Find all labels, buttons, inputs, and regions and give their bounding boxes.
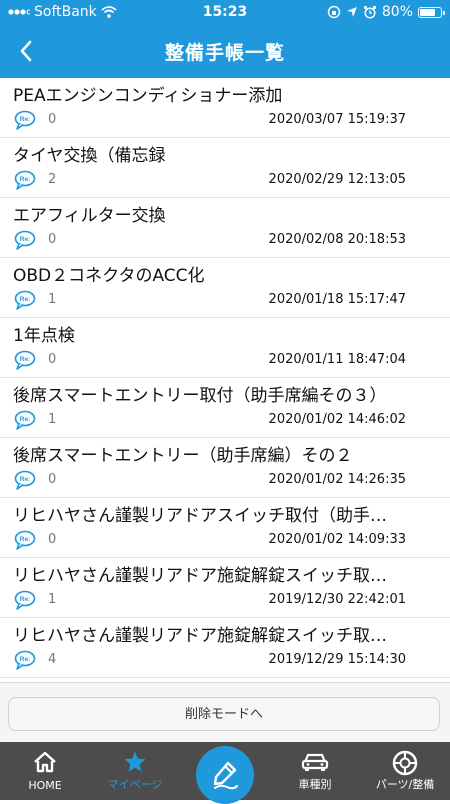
comment-count: 4	[48, 652, 57, 667]
item-title: 後席スマートエントリー取付（助手席編その３）	[13, 386, 387, 406]
tab-write-button[interactable]	[196, 746, 254, 804]
comment-icon: Re:	[14, 350, 36, 370]
comment-icon-text: Re:	[20, 116, 30, 123]
comment-count: 0	[48, 112, 57, 127]
item-date: 2020/02/29 12:13:05	[268, 172, 406, 187]
comment-icon-text: Re:	[20, 596, 30, 603]
item-title: PEAエンジンコンディショナー添加	[13, 86, 283, 106]
comment-count: 2	[48, 172, 57, 187]
list-item[interactable]: リヒハヤさん謹製リアドアスイッチ取付（助手… Re: 0 2020/01/02 14:…	[0, 498, 450, 558]
comment-icon-text: Re:	[20, 476, 30, 483]
comment-icon: Re:	[14, 230, 36, 250]
tab-parts-label: パーツ/整備	[375, 778, 435, 791]
maintenance-list: PEAエンジンコンディショナー添加 Re: 0 2020/03/07 15:19:37…	[0, 78, 450, 682]
list-item[interactable]: OBD２コネクタのACC化 Re: 1 2020/01/18 15:17:47	[0, 258, 450, 318]
item-date: 2020/01/18 15:17:47	[268, 292, 406, 307]
item-date: 2020/03/07 15:19:37	[268, 112, 406, 127]
tab-parts[interactable]: パーツ/整備	[360, 742, 450, 800]
comment-count: 0	[48, 352, 57, 367]
delete-mode-button[interactable]: 削除モードへ	[8, 697, 440, 731]
comment-icon-text: Re:	[20, 176, 30, 183]
comment-icon: Re:	[14, 170, 36, 190]
list-item[interactable]: タイヤ交換（備忘録 Re: 2 2020/02/29 12:13:05	[0, 138, 450, 198]
comment-count: 0	[48, 472, 57, 487]
comment-icon: Re:	[14, 410, 36, 430]
item-date: 2020/02/08 20:18:53	[268, 232, 406, 247]
tab-mypage[interactable]: マイページ	[90, 742, 180, 800]
tab-mypage-label: マイページ	[107, 778, 163, 791]
orientation-lock-icon	[327, 5, 341, 19]
alarm-icon	[363, 5, 376, 19]
list-item[interactable]: エアフィルター交換 Re: 0 2020/02/08 20:18:53	[0, 198, 450, 258]
tab-car-models[interactable]: 車種別	[270, 742, 360, 800]
item-title: リヒハヤさん謹製リアドア施錠解錠スイッチ取…	[13, 626, 387, 646]
item-date: 2020/01/11 18:47:04	[268, 352, 406, 367]
item-title: OBD２コネクタのACC化	[13, 266, 205, 286]
comment-icon: Re:	[14, 530, 36, 550]
item-date: 2020/01/02 14:09:33	[268, 532, 406, 547]
app-header: SoftBank 15:23 80% 整備手帳一覧	[0, 0, 450, 78]
item-date: 2020/01/02 14:46:02	[268, 412, 406, 427]
navigation-bar: 整備手帳一覧	[0, 24, 450, 78]
battery-icon	[418, 6, 445, 18]
comment-icon: Re:	[14, 110, 36, 130]
comment-icon: Re:	[14, 650, 36, 670]
star-icon	[124, 751, 146, 772]
tire-icon	[392, 750, 418, 776]
item-title: 1年点検	[13, 326, 75, 346]
comment-icon-text: Re:	[20, 296, 30, 303]
list-item[interactable]: 後席スマートエントリー（助手席編）その２ Re: 0 2020/01/02 14:26…	[0, 438, 450, 498]
item-date: 2020/01/02 14:26:35	[268, 472, 406, 487]
comment-count: 1	[48, 292, 57, 307]
comment-icon-text: Re:	[20, 656, 30, 663]
tab-car-models-label: 車種別	[298, 778, 332, 791]
comment-count: 0	[48, 532, 57, 547]
car-icon	[301, 753, 329, 771]
item-title: リヒハヤさん謹製リアドア施錠解錠スイッチ取…	[13, 566, 387, 586]
item-title: タイヤ交換（備忘録	[13, 146, 166, 166]
item-title: リヒハヤさん謹製リアドアスイッチ取付（助手…	[13, 506, 387, 526]
list-item[interactable]: 後席スマートエントリー取付（助手席編その３） Re: 1 2020/01/02 14:…	[0, 378, 450, 438]
comment-icon: Re:	[14, 470, 36, 490]
pen-icon	[213, 761, 238, 790]
comment-icon-text: Re:	[20, 236, 30, 243]
comment-count: 1	[48, 412, 57, 427]
battery-percent: 80%	[381, 4, 413, 20]
status-bar: SoftBank 15:23 80%	[0, 0, 450, 24]
item-date: 2019/12/29 15:14:30	[268, 652, 406, 667]
page-title: 整備手帳一覧	[164, 42, 285, 64]
comment-icon-text: Re:	[20, 536, 30, 543]
comment-icon: Re:	[14, 590, 36, 610]
list-item[interactable]: リヒハヤさん謹製リアドア施錠解錠スイッチ取… Re: 1 2019/12/30 22:…	[0, 558, 450, 618]
location-icon	[346, 7, 357, 17]
comment-icon-text: Re:	[20, 356, 30, 363]
tab-home-label: HOME	[28, 779, 62, 792]
list-item[interactable]: リヒハヤさん謹製リアドア施錠解錠スイッチ取… Re: 4 2019/12/29 15:…	[0, 618, 450, 678]
comment-count: 1	[48, 592, 57, 607]
home-icon	[34, 751, 56, 773]
list-item[interactable]: 1年点検 Re: 0 2020/01/11 18:47:04	[0, 318, 450, 378]
comment-icon-text: Re:	[20, 416, 30, 423]
item-date: 2019/12/30 22:42:01	[268, 592, 406, 607]
list-item[interactable]: PEAエンジンコンディショナー添加 Re: 0 2020/03/07 15:19:37	[0, 78, 450, 138]
footer-bar: 削除モードへ	[0, 682, 450, 743]
comment-icon: Re:	[14, 290, 36, 310]
item-title: エアフィルター交換	[13, 206, 166, 226]
comment-count: 0	[48, 232, 57, 247]
tab-home[interactable]: HOME	[0, 742, 90, 800]
item-title: 後席スマートエントリー（助手席編）その２	[13, 446, 353, 466]
